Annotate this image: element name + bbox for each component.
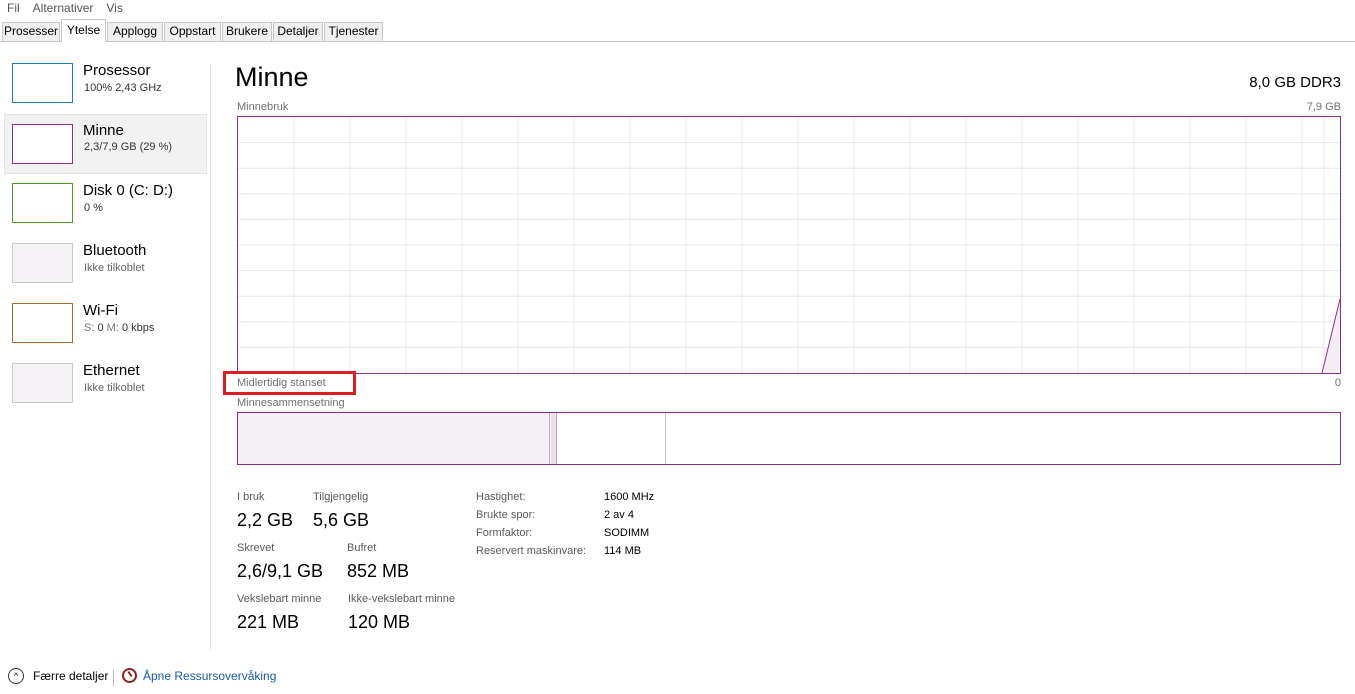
tab-services[interactable]: Tjenester <box>324 22 383 41</box>
wifi-thumbnail-graph <box>12 303 73 343</box>
committed-value: 2,6/9,1 GB <box>237 561 324 581</box>
cached-value: 852 MB <box>347 561 410 581</box>
tab-performance[interactable]: Ytelse <box>61 19 106 42</box>
composition-modified <box>551 413 557 464</box>
form-factor-label: Formfaktor: <box>476 527 533 539</box>
grid-horizontal <box>238 142 1340 348</box>
memory-thumbnail-graph <box>12 124 73 164</box>
composition-free <box>667 413 1340 464</box>
in-use-label: I bruk <box>237 491 265 503</box>
cpu-thumbnail-graph <box>12 63 73 103</box>
sidebar-item-subtitle: S: 0 M: 0 kbps <box>84 322 154 334</box>
sidebar-item-subtitle: 0 % <box>84 202 103 214</box>
fewer-details-button[interactable]: ^ Færre detaljer <box>8 668 108 684</box>
reserved-value: 114 MB <box>604 545 642 557</box>
paused-highlight-box <box>223 371 356 395</box>
sidebar-item-title: Minne <box>83 122 124 139</box>
sidebar-item-memory[interactable]: Minne 2,3/7,9 GB (29 %) <box>4 114 207 174</box>
usage-graph-svg <box>238 117 1340 373</box>
tab-details[interactable]: Detaljer <box>273 22 323 41</box>
footer: ^ Færre detaljer Åpne Ressursovervåking <box>0 662 1355 694</box>
speed-label: Hastighet: <box>476 491 526 503</box>
tab-processes[interactable]: Prosesser <box>2 22 60 41</box>
paged-pool-value: 221 MB <box>237 612 300 632</box>
nonpaged-pool-label: Ikke-vekslebart minne <box>348 593 455 605</box>
menu-file[interactable]: Fil <box>0 1 20 15</box>
sidebar-item-disk[interactable]: Disk 0 (C: D:) 0 % <box>4 175 207 235</box>
ethernet-thumbnail-graph <box>12 363 73 403</box>
sidebar-divider <box>210 63 211 650</box>
sidebar-item-wifi[interactable]: Wi-Fi S: 0 M: 0 kbps <box>4 295 207 355</box>
page-title: Minne <box>235 62 309 92</box>
sidebar-item-ethernet[interactable]: Ethernet Ikke tilkoblet <box>4 355 207 415</box>
disk-thumbnail-graph <box>12 183 73 223</box>
sidebar-item-subtitle: Ikke tilkoblet <box>84 382 145 394</box>
bluetooth-thumbnail-graph <box>12 243 73 283</box>
slots-value: 2 av 4 <box>604 509 634 521</box>
available-value: 5,6 GB <box>313 510 370 530</box>
memory-composition-bar <box>237 412 1341 465</box>
sidebar-item-title: Ethernet <box>83 362 140 379</box>
slots-label: Brukte spor: <box>476 509 536 521</box>
committed-label: Skrevet <box>237 542 275 554</box>
menu-options[interactable]: Alternativer <box>26 1 94 15</box>
sidebar-item-title: Prosessor <box>83 62 151 79</box>
tab-startup[interactable]: Oppstart <box>164 22 221 41</box>
menu-bar: Fil Alternativer Vis <box>0 0 1355 16</box>
sidebar-item-cpu[interactable]: Prosessor 100% 2,43 GHz <box>4 55 207 115</box>
composition-standby <box>558 413 666 464</box>
tab-strip: Prosesser Ytelse Applogg Oppstart Bruker… <box>0 18 1355 42</box>
nonpaged-pool-value: 120 MB <box>348 612 411 632</box>
available-label: Tilgjengelig <box>313 491 369 503</box>
sidebar-item-title: Wi-Fi <box>83 302 118 319</box>
usage-graph-min: 0 <box>1334 377 1341 389</box>
reserved-label: Reservert maskinvare: <box>476 545 587 557</box>
resource-monitor-icon <box>122 668 137 683</box>
composition-in-use <box>238 413 550 464</box>
speed-value: 1600 MHz <box>604 491 655 503</box>
sidebar-item-bluetooth[interactable]: Bluetooth Ikke tilkoblet <box>4 235 207 295</box>
footer-divider <box>113 670 114 686</box>
memory-spec: 8,0 GB DDR3 <box>1249 74 1341 91</box>
sidebar-item-title: Disk 0 (C: D:) <box>83 182 173 199</box>
wifi-send-prefix: S: <box>84 322 95 334</box>
open-resource-monitor-label: Åpne Ressursovervåking <box>143 668 277 683</box>
tab-app-history[interactable]: Applogg <box>107 22 163 41</box>
wifi-receive-prefix: M: <box>106 322 119 334</box>
memory-usage-graph <box>237 116 1341 374</box>
composition-label: Minnesammensetning <box>237 397 345 409</box>
fewer-details-label: Færre detaljer <box>33 669 109 683</box>
wifi-receive-value: 0 kbps <box>121 322 155 334</box>
open-resource-monitor-link[interactable]: Åpne Ressursovervåking <box>122 668 276 683</box>
menu-view[interactable]: Vis <box>99 1 122 15</box>
usage-graph-label: Minnebruk <box>237 101 289 113</box>
form-factor-value: SODIMM <box>604 527 650 539</box>
sidebar-item-title: Bluetooth <box>83 242 147 259</box>
sidebar-item-subtitle: Ikke tilkoblet <box>84 262 145 274</box>
tab-users[interactable]: Brukere <box>222 22 272 41</box>
cached-label: Bufret <box>347 542 377 554</box>
sidebar-item-subtitle: 2,3/7,9 GB (29 %) <box>84 141 173 153</box>
sidebar-item-subtitle: 100% 2,43 GHz <box>84 82 162 94</box>
in-use-value: 2,2 GB <box>237 510 294 530</box>
wifi-send-value: 0 <box>97 322 104 334</box>
paged-pool-label: Vekslebart minne <box>237 593 322 605</box>
usage-graph-max: 7,9 GB <box>1306 101 1341 113</box>
chevron-up-icon: ^ <box>8 668 24 684</box>
